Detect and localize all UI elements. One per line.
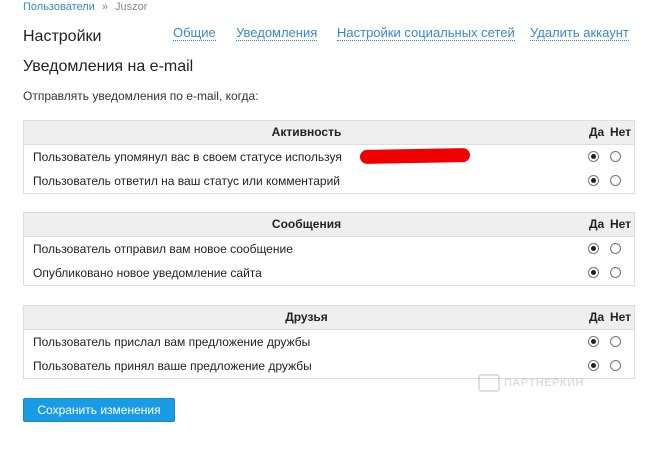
- watermark: ПАРТНЕРКИН: [478, 374, 584, 392]
- setting-row: Пользователь прислал вам предложение дру…: [24, 330, 634, 354]
- row-label: Пользователь принял ваше предложение дру…: [33, 359, 312, 373]
- radio-no[interactable]: [610, 336, 621, 347]
- watermark-logo-icon: [478, 374, 500, 392]
- breadcrumb: Пользователи » Juszor: [23, 1, 147, 13]
- radio-yes[interactable]: [588, 267, 599, 278]
- group-title: Друзья: [285, 310, 328, 324]
- group-activity: Активность Да Нет Пользователь упомянул …: [23, 120, 635, 194]
- group-friends: Друзья Да Нет Пользователь прислал вам п…: [23, 305, 635, 379]
- row-label: Пользователь упомянул вас в своем статус…: [33, 150, 342, 164]
- column-no-label: Нет: [610, 217, 632, 231]
- tab-general[interactable]: Общие: [173, 25, 216, 41]
- column-no-label: Нет: [610, 125, 632, 139]
- row-label: Пользователь отправил вам новое сообщени…: [33, 242, 293, 256]
- radio-no[interactable]: [610, 267, 621, 278]
- tab-notifications[interactable]: Уведомления: [236, 25, 318, 41]
- settings-tabs: Общие Уведомления Настройки социальных с…: [0, 25, 658, 45]
- column-yes-label: Да: [589, 125, 605, 139]
- group-header: Сообщения Да Нет: [24, 213, 634, 237]
- radio-no[interactable]: [610, 360, 621, 371]
- setting-row: Пользователь упомянул вас в своем статус…: [24, 145, 634, 169]
- setting-row: Пользователь ответил на ваш статус или к…: [24, 169, 634, 193]
- column-no-label: Нет: [610, 310, 632, 324]
- row-label: Опубликовано новое уведомление сайта: [33, 266, 262, 280]
- column-yes-label: Да: [589, 217, 605, 231]
- breadcrumb-current: Juszor: [115, 1, 148, 13]
- tab-delete-account[interactable]: Удалить аккаунт: [530, 25, 629, 41]
- save-changes-button[interactable]: Сохранить изменения: [23, 398, 175, 422]
- radio-yes[interactable]: [588, 336, 599, 347]
- row-label: Пользователь прислал вам предложение дру…: [33, 335, 311, 349]
- group-header: Друзья Да Нет: [24, 306, 634, 330]
- breadcrumb-users-link[interactable]: Пользователи: [23, 1, 95, 13]
- radio-no[interactable]: [610, 243, 621, 254]
- radio-yes[interactable]: [588, 243, 599, 254]
- radio-yes[interactable]: [588, 151, 599, 162]
- intro-text: Отправлять уведомления по e-mail, когда:: [23, 89, 259, 103]
- tab-social-networks[interactable]: Настройки социальных сетей: [337, 25, 515, 41]
- breadcrumb-separator: »: [101, 1, 108, 13]
- radio-yes[interactable]: [588, 360, 599, 371]
- setting-row: Опубликовано новое уведомление сайта: [24, 261, 634, 285]
- column-yes-label: Да: [589, 310, 605, 324]
- row-label: Пользователь ответил на ваш статус или к…: [33, 174, 340, 188]
- group-header: Активность Да Нет: [24, 121, 634, 145]
- group-title: Активность: [271, 125, 342, 139]
- watermark-text: ПАРТНЕРКИН: [504, 376, 584, 389]
- group-title: Сообщения: [271, 217, 342, 231]
- group-messages: Сообщения Да Нет Пользователь отправил в…: [23, 212, 635, 286]
- redaction-mark: [359, 148, 471, 164]
- setting-row: Пользователь отправил вам новое сообщени…: [24, 237, 634, 261]
- radio-no[interactable]: [610, 151, 621, 162]
- radio-yes[interactable]: [588, 175, 599, 186]
- radio-no[interactable]: [610, 175, 621, 186]
- section-title: Уведомления на e-mail: [23, 58, 194, 75]
